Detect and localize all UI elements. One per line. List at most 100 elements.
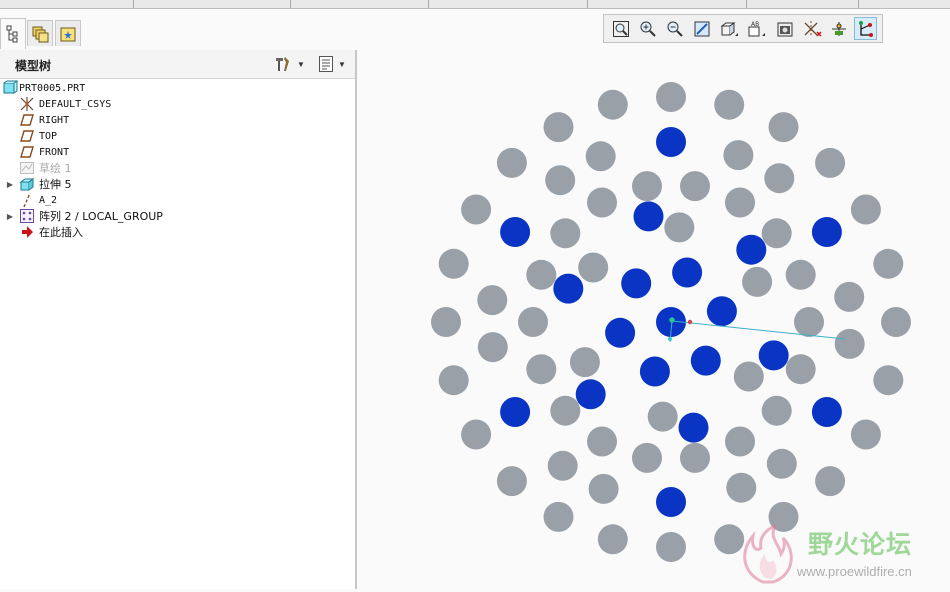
tree-item-insert-here[interactable]: 在此插入 [0,224,355,240]
hole[interactable] [587,187,617,218]
selected-hole[interactable] [621,268,652,299]
hole[interactable] [477,285,508,316]
model-view[interactable] [357,50,950,589]
saved-orientations-button[interactable]: AB [744,17,767,40]
repaint-button[interactable] [690,17,713,40]
hole[interactable] [550,395,581,426]
hole[interactable] [785,354,816,385]
display-style-button[interactable] [717,17,740,40]
selected-hole[interactable] [706,296,737,327]
hole[interactable] [834,328,865,359]
hole[interactable] [477,332,508,363]
hole[interactable] [764,163,795,194]
hole[interactable] [714,89,745,120]
hole[interactable] [587,426,617,457]
hole[interactable] [725,187,755,218]
zoom-in-button[interactable] [636,17,659,40]
hole[interactable] [461,419,492,450]
hole[interactable] [733,361,764,392]
tree-item-extrude[interactable]: ▶ 拉伸 5 [0,176,355,192]
hole[interactable] [543,501,574,532]
hole[interactable] [647,401,678,432]
hole[interactable] [656,82,686,112]
tree-item-axis[interactable]: A_2 [0,192,355,208]
hole[interactable] [569,347,600,378]
hole[interactable] [766,448,797,479]
hole[interactable] [680,171,710,202]
hole[interactable] [431,307,461,337]
annotation-display-button[interactable] [854,17,877,40]
hole[interactable] [664,212,695,243]
hole[interactable] [742,266,773,297]
hole[interactable] [588,473,619,504]
tree-item-top[interactable]: TOP [0,128,355,144]
hole[interactable] [723,140,754,171]
selected-hole[interactable] [758,340,789,371]
datum-display-button[interactable] [800,17,823,40]
tree-item-part[interactable]: PRT0005.PRT [0,80,355,96]
selected-hole[interactable] [672,257,703,288]
view-manager-button[interactable] [773,17,796,40]
selected-hole[interactable] [500,217,531,247]
hole[interactable] [656,532,686,562]
selected-hole[interactable] [500,397,531,427]
tree-item-sketch[interactable]: 草绘 1 [0,160,355,176]
hole[interactable] [873,248,904,279]
refit-button[interactable] [609,17,632,40]
tree-settings-button[interactable]: ▼ [273,54,305,74]
hole[interactable] [881,307,911,337]
expand-arrow-icon[interactable]: ▶ [6,180,14,189]
hole[interactable] [873,365,904,396]
hole[interactable] [815,147,846,178]
tree-item-right[interactable]: RIGHT [0,112,355,128]
selected-hole[interactable] [633,201,664,232]
hole[interactable] [496,147,527,178]
selected-hole[interactable] [575,379,606,410]
selected-hole[interactable] [553,273,584,304]
tab-layers[interactable] [27,20,53,46]
hole[interactable] [597,89,628,120]
hole[interactable] [768,112,799,143]
tree-item-front[interactable]: FRONT [0,144,355,160]
hole[interactable] [761,395,792,426]
selected-hole[interactable] [639,356,670,387]
selected-hole[interactable] [605,317,636,348]
hole[interactable] [526,259,557,290]
show-columns-button[interactable]: ▼ [318,54,346,74]
graphics-viewport[interactable] [357,50,950,589]
hole[interactable] [578,252,609,283]
hole[interactable] [547,450,578,481]
hole[interactable] [834,281,865,312]
tree-item-csys[interactable]: DEFAULT_CSYS [0,96,355,112]
hole[interactable] [526,354,557,385]
selected-hole[interactable] [656,127,686,157]
expand-arrow-icon[interactable]: ▶ [6,212,14,221]
hole[interactable] [785,259,816,290]
hole[interactable] [632,171,662,202]
hole[interactable] [794,307,824,337]
hole[interactable] [815,466,846,497]
selected-hole[interactable] [811,397,842,427]
hole[interactable] [438,248,469,279]
hole[interactable] [543,112,574,143]
hole[interactable] [632,442,662,473]
hole[interactable] [597,524,628,555]
hole[interactable] [725,426,755,457]
zoom-out-button[interactable] [663,17,686,40]
tab-favorites[interactable] [55,20,81,46]
tree-item-pattern[interactable]: ▶ 阵列 2 / LOCAL_GROUP [0,208,355,224]
tab-model-tree[interactable] [0,18,26,49]
hole[interactable] [585,141,616,172]
selected-hole[interactable] [690,345,721,376]
hole[interactable] [518,307,548,337]
selected-hole[interactable] [656,487,686,517]
hole[interactable] [461,194,492,225]
hole[interactable] [850,419,881,450]
hole[interactable] [438,365,469,396]
hole[interactable] [680,442,710,473]
selected-hole[interactable] [736,234,767,265]
hole[interactable] [496,466,527,497]
selected-hole[interactable] [678,412,709,443]
hole[interactable] [545,165,576,196]
hole[interactable] [550,218,581,249]
